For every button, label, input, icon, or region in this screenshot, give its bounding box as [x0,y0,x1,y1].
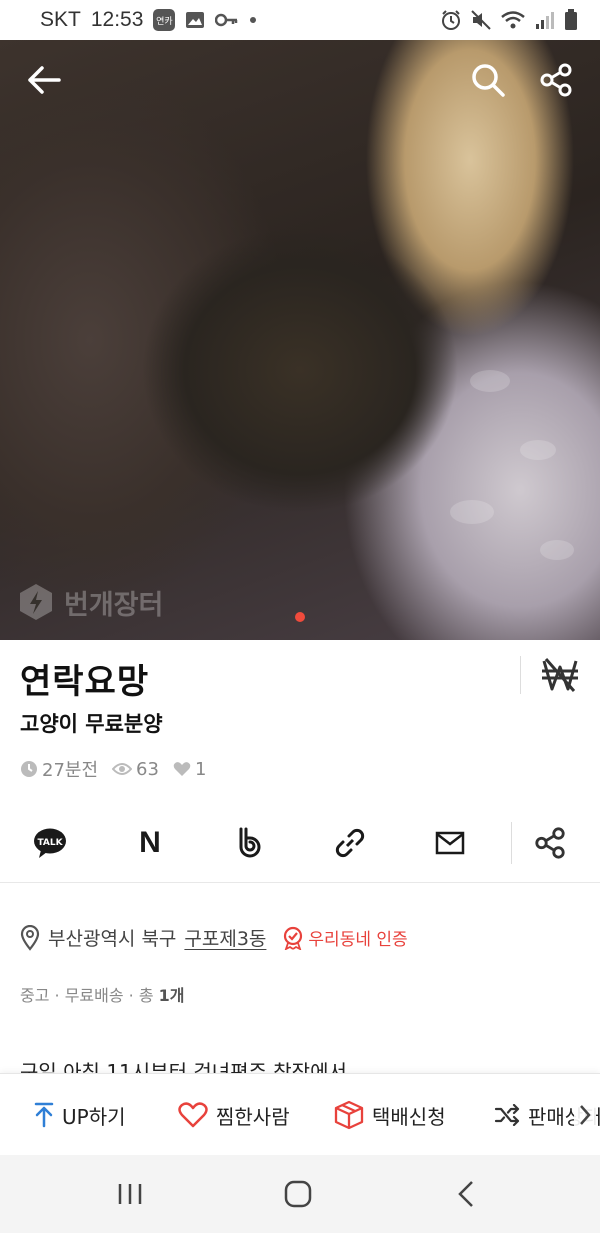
product-image[interactable]: 번개장터 [0,40,600,640]
like-count: 1 [173,759,206,780]
view-count: 63 [112,759,159,780]
signal-icon [534,10,556,30]
image-texture [520,440,556,460]
image-texture [470,370,510,392]
share-icon [540,63,572,97]
product-tags: 중고 · 무료배송 · 총 1개 [20,982,185,1006]
like-count-text: 1 [194,758,207,780]
band-share-button[interactable] [222,812,278,874]
location-row: 부산광역시 북구 구포제3동 우리동네 인증 [20,924,408,951]
kakaotalk-share-button[interactable]: TALK [22,812,78,874]
home-button[interactable] [268,1171,328,1217]
scroll-right-button[interactable] [574,1098,596,1132]
time-ago: 27분전 [20,756,98,782]
watermark-text: 번개장터 [64,589,164,621]
battery-icon [564,9,578,31]
share-row: TALK N [0,812,600,874]
back-chevron-icon [458,1181,473,1207]
clock: 12:53 [90,8,144,31]
product-subtitle: 고양이 무료분양 [20,712,163,736]
page-indicator-dot [295,612,305,622]
free-price-icon [536,652,584,698]
product-meta: 27분전 63 1 [20,756,206,782]
heart-icon [173,762,191,776]
back-button[interactable] [22,58,66,102]
eye-icon [112,763,133,775]
alarm-icon [440,9,462,31]
back-arrow-icon [28,66,61,94]
location-pin-icon [20,924,40,951]
share-icon [535,827,565,859]
dong-link[interactable]: 구포제3동 [184,924,266,951]
image-texture [540,540,574,560]
home-icon [284,1180,312,1208]
heart-icon [178,1102,208,1128]
product-title: 연락요망 [20,662,150,702]
neighborhood-verified-badge: 우리동네 인증 [282,925,408,950]
status-bar: SKT 12:53 연카 [0,0,600,40]
recents-button[interactable] [100,1171,160,1217]
search-button[interactable] [466,58,510,102]
email-share-button[interactable] [422,812,478,874]
kakaotalk-label: TALK [37,838,63,848]
naver-icon: N [139,826,161,859]
likers-button[interactable]: 찜한사람 [178,1074,290,1155]
section-divider [0,882,600,883]
more-share-button[interactable] [522,812,578,874]
region-text: 부산광역시 북구 [48,928,177,950]
chevron-right-icon [580,1105,591,1125]
divider [511,822,512,864]
package-box-icon [334,1100,364,1130]
mute-icon [470,9,492,31]
likers-label: 찜한사람 [216,1104,290,1129]
back-nav-button[interactable] [436,1171,496,1217]
band-icon [239,827,261,858]
gallery-icon [185,11,205,29]
item-count: 1개 [158,986,185,1005]
product-title-row: 연락요망 [0,640,600,710]
time-ago-text: 27분전 [42,760,99,781]
carrier-label: SKT [40,8,81,31]
wifi-icon [500,9,526,31]
kakaotalk-icon: TALK [34,828,66,858]
product-description: 구일 아침 11시부터 검녀편주 참장에서 [20,1060,347,1074]
share-button[interactable] [534,58,578,102]
image-toolbar [0,40,600,120]
link-icon [335,828,365,858]
clock-icon [21,761,37,777]
bunjang-logo-icon [20,584,52,620]
app-notification-icon: 연카 [153,9,176,31]
image-texture [450,500,494,524]
mail-icon [435,831,465,855]
up-button[interactable]: UP하기 [34,1074,126,1155]
recents-icon [118,1184,142,1204]
verified-label: 우리동네 인증 [308,930,408,950]
divider [520,656,521,694]
view-count-text: 63 [136,758,159,780]
copy-link-button[interactable] [322,812,378,874]
up-label: UP하기 [62,1104,126,1129]
dot-icon [249,16,257,24]
key-icon [215,13,239,27]
up-arrow-icon [34,1102,54,1128]
shuffle-icon [494,1104,520,1126]
delivery-label: 택배신청 [372,1104,446,1129]
watermark: 번개장터 [18,582,163,622]
tags-text: 중고 · 무료배송 · 총 [20,986,159,1005]
bottom-action-bar: UP하기 찜한사람 택배신청 판매상태 [0,1073,600,1155]
naver-share-button[interactable]: N [122,812,178,874]
system-nav-bar [0,1155,600,1233]
delivery-request-button[interactable]: 택배신청 [334,1074,446,1155]
search-icon [472,64,505,97]
verified-badge-icon [284,926,303,950]
